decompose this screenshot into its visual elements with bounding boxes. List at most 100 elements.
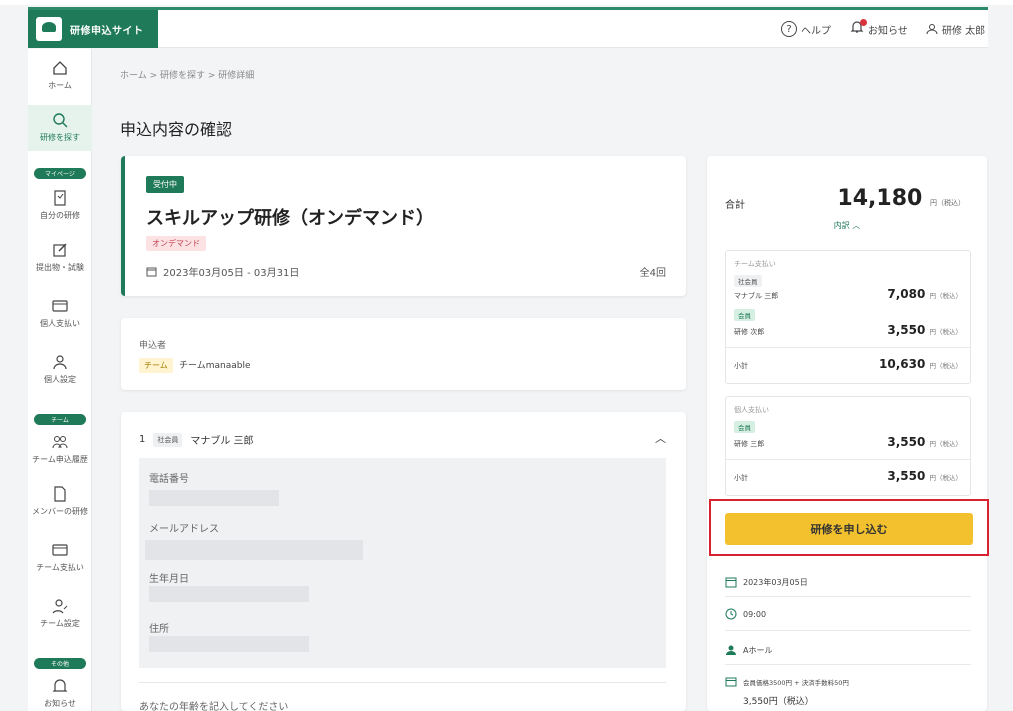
sidebar-item-search[interactable]: 研修を探す xyxy=(28,105,92,151)
sidebar-item-notice[interactable]: お知らせ xyxy=(28,677,92,709)
section-team: チーム xyxy=(34,414,86,425)
document-icon xyxy=(54,486,66,502)
help-icon: ? xyxy=(781,21,797,37)
sidebar-item-team-history[interactable]: チーム申込履歴 xyxy=(28,433,92,465)
course-type-badge: オンデマンド xyxy=(146,236,206,251)
birthday-label: 生年月日 xyxy=(149,574,189,585)
sidebar-label-notice: お知らせ xyxy=(44,699,76,708)
team-row1-chip: 社会員 xyxy=(734,275,762,287)
home-icon xyxy=(53,61,67,75)
logo-icon xyxy=(36,17,62,41)
meta-divider xyxy=(725,630,971,631)
birthday-value xyxy=(149,586,309,602)
team-row1-amount: 7,080 円（税込） xyxy=(887,287,962,301)
member-info-box: 電話番号 メールアドレス 生年月日 住所 xyxy=(139,458,666,668)
phone-value xyxy=(149,490,279,506)
chevron-up-icon[interactable]: ︿ xyxy=(655,430,666,446)
app-header: 研修申込サイト ? ヘルプ お知らせ 研修 太郎 xyxy=(28,10,988,48)
meta-time: 09:00 xyxy=(725,608,766,620)
team-row1-tax: 円（税込） xyxy=(929,292,963,300)
team-subtotal-label: 小計 xyxy=(734,362,748,370)
calendar-icon xyxy=(725,577,737,588)
help-label: ヘルプ xyxy=(801,25,831,37)
sidebar-item-member-courses[interactable]: メンバーの研修 xyxy=(28,485,92,517)
address-label: 住所 xyxy=(149,624,169,635)
meta-time-text: 09:00 xyxy=(743,609,767,619)
sidebar-label-personal-payment: 個人支払い xyxy=(40,319,80,328)
personal-row1-amount: 3,550 円（税込） xyxy=(887,435,962,449)
calendar-icon xyxy=(146,267,157,277)
meta-divider xyxy=(725,596,971,597)
meta-place-text: Aホール xyxy=(743,645,773,655)
section-mypage: マイページ xyxy=(34,168,86,179)
status-badge: 受付中 xyxy=(146,176,184,193)
applicant-card: 申込者 チーム チームmanaable xyxy=(121,318,686,390)
site-logo[interactable]: 研修申込サイト xyxy=(28,10,158,48)
meta-date-text: 2023年03月05日 xyxy=(743,577,808,587)
personal-subtotal: 3,550 円（税込） xyxy=(887,469,962,483)
user-menu[interactable]: 研修 太郎 xyxy=(926,10,985,48)
card-icon xyxy=(52,300,68,312)
meta-place: Aホール xyxy=(725,644,772,656)
team-row2-amount: 3,550 円（税込） xyxy=(887,323,962,337)
sidebar-label-team-settings: チーム設定 xyxy=(40,619,80,628)
personal-box-divider xyxy=(726,459,970,460)
age-prompt: あなたの年齢を記入してください xyxy=(139,702,289,711)
team-chip: チーム xyxy=(139,358,173,373)
notifications-link[interactable]: お知らせ xyxy=(850,10,908,48)
user-name: 研修 太郎 xyxy=(942,25,986,37)
personal-row1-tax: 円（税込） xyxy=(929,440,963,448)
personal-box-title: 個人支払い xyxy=(734,406,769,414)
course-card: 受付中 スキルアップ研修（オンデマンド） オンデマンド 2023年03月05日 … xyxy=(121,156,686,296)
top-strip xyxy=(0,0,1013,5)
member-header[interactable]: 1 社会員 マナブル 三郎 xyxy=(139,432,254,447)
sidebar-item-submissions[interactable]: 提出物・試験 xyxy=(28,241,92,273)
card-icon xyxy=(725,677,737,687)
edit-icon xyxy=(53,243,67,257)
group-icon xyxy=(52,436,68,449)
meta-divider xyxy=(725,664,971,665)
sidebar-label-team-payment: チーム支払い xyxy=(36,563,84,572)
personal-row1-chip: 会員 xyxy=(734,421,755,433)
team-payment-box: チーム支払い 社会員 マナブル 三郎 7,080 円（税込） 会員 研修 次郎 … xyxy=(725,250,971,384)
sidebar-item-team-settings[interactable]: チーム設定 xyxy=(28,597,92,629)
team-row1-value: 7,080 xyxy=(887,287,926,301)
address-value xyxy=(149,636,309,652)
total-tax-note: 円（税込） xyxy=(930,199,965,207)
team-row2-name: 研修 次郎 xyxy=(734,328,765,336)
sidebar: ホーム 研修を探す マイページ 自分の研修 提出物・試験 個人支払い 個人設定 … xyxy=(28,49,92,711)
divider xyxy=(139,682,666,683)
sidebar-item-my-courses[interactable]: 自分の研修 xyxy=(28,189,92,221)
personal-payment-box: 個人支払い 会員 研修 三郎 3,550 円（税込） 小計 3,550 円（税込… xyxy=(725,396,971,496)
team-box-title: チーム支払い xyxy=(734,260,776,268)
member-card: 1 社会員 マナブル 三郎 ︿ 電話番号 メールアドレス 生年月日 住所 あなた… xyxy=(121,412,686,711)
personal-subtotal-value: 3,550 xyxy=(887,469,926,483)
total-label: 合計 xyxy=(725,200,745,211)
sidebar-item-personal-payment[interactable]: 個人支払い xyxy=(28,297,92,329)
card-icon xyxy=(52,544,68,556)
applicant-label: 申込者 xyxy=(139,341,167,351)
sidebar-item-personal-settings[interactable]: 個人設定 xyxy=(28,353,92,385)
total-amount: 14,180 円（税込） xyxy=(837,186,965,211)
summary-card: 合計 14,180 円（税込） 内訳 ︿ チーム支払い 社会員 マナブル 三郎 … xyxy=(707,156,987,711)
sidebar-item-team-payment[interactable]: チーム支払い xyxy=(28,541,92,573)
sidebar-label-submissions: 提出物・試験 xyxy=(36,263,84,272)
course-date-text: 2023年03月05日 - 03月31日 xyxy=(163,268,300,279)
help-link[interactable]: ? ヘルプ xyxy=(781,10,831,48)
search-icon xyxy=(53,113,68,128)
course-date: 2023年03月05日 - 03月31日 xyxy=(146,264,299,279)
apply-button[interactable]: 研修を申し込む xyxy=(725,513,973,545)
person-settings-icon xyxy=(52,599,68,614)
breadcrumb[interactable]: ホーム > 研修を探す > 研修詳細 xyxy=(120,68,254,81)
team-subtotal-tax: 円（税込） xyxy=(929,362,963,370)
personal-subtotal-tax: 円（税込） xyxy=(929,474,963,482)
team-row2-value: 3,550 xyxy=(887,323,926,337)
breakdown-toggle[interactable]: 内訳 ︿ xyxy=(707,220,987,231)
notification-dot xyxy=(860,19,867,26)
clock-icon xyxy=(725,608,737,620)
team-box-divider xyxy=(726,347,970,348)
course-sessions: 全4回 xyxy=(639,268,666,279)
logo-text: 研修申込サイト xyxy=(70,25,144,37)
meta-fee: 会員価格3500円 + 決済手数料50円 xyxy=(725,676,849,688)
sidebar-item-home[interactable]: ホーム xyxy=(28,59,92,91)
